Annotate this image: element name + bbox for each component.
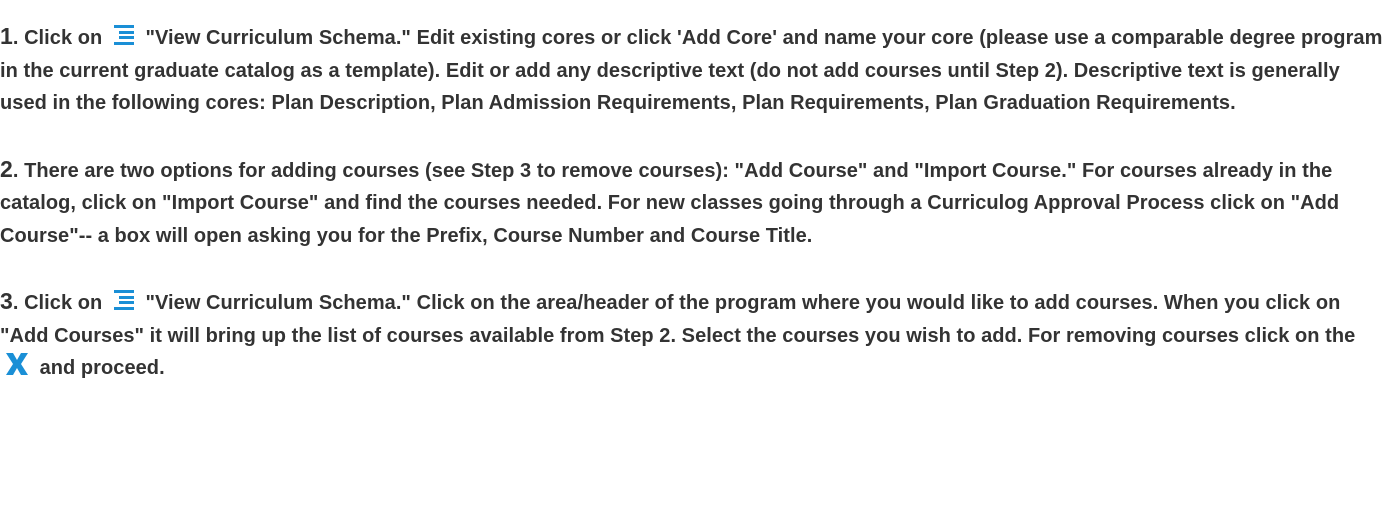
x-icon — [4, 352, 30, 376]
step-number-suffix: . — [12, 27, 25, 49]
step-text: Click on — [24, 292, 108, 314]
list-icon — [112, 24, 136, 46]
step-2: 2. There are two options for adding cour… — [0, 153, 1383, 253]
step-text: Click on — [24, 27, 108, 49]
step-number: 3 — [0, 288, 13, 314]
step-text: "View Curriculum Schema." Edit existing … — [0, 27, 1383, 114]
step-text: and proceed. — [34, 357, 165, 379]
step-3: 3. Click on "View Curriculum Schema." Cl… — [0, 285, 1383, 385]
step-number-suffix: . — [12, 159, 25, 182]
step-number-suffix: . — [12, 292, 25, 314]
instructions-document: 1. Click on "View Curriculum Schema." Ed… — [0, 0, 1383, 385]
step-1: 1. Click on "View Curriculum Schema." Ed… — [0, 20, 1383, 120]
list-icon — [112, 289, 136, 311]
step-number: 1 — [0, 23, 13, 49]
step-number: 2 — [0, 155, 13, 182]
step-text: "View Curriculum Schema." Click on the a… — [0, 292, 1356, 347]
step-text: There are two options for adding courses… — [0, 159, 1340, 247]
